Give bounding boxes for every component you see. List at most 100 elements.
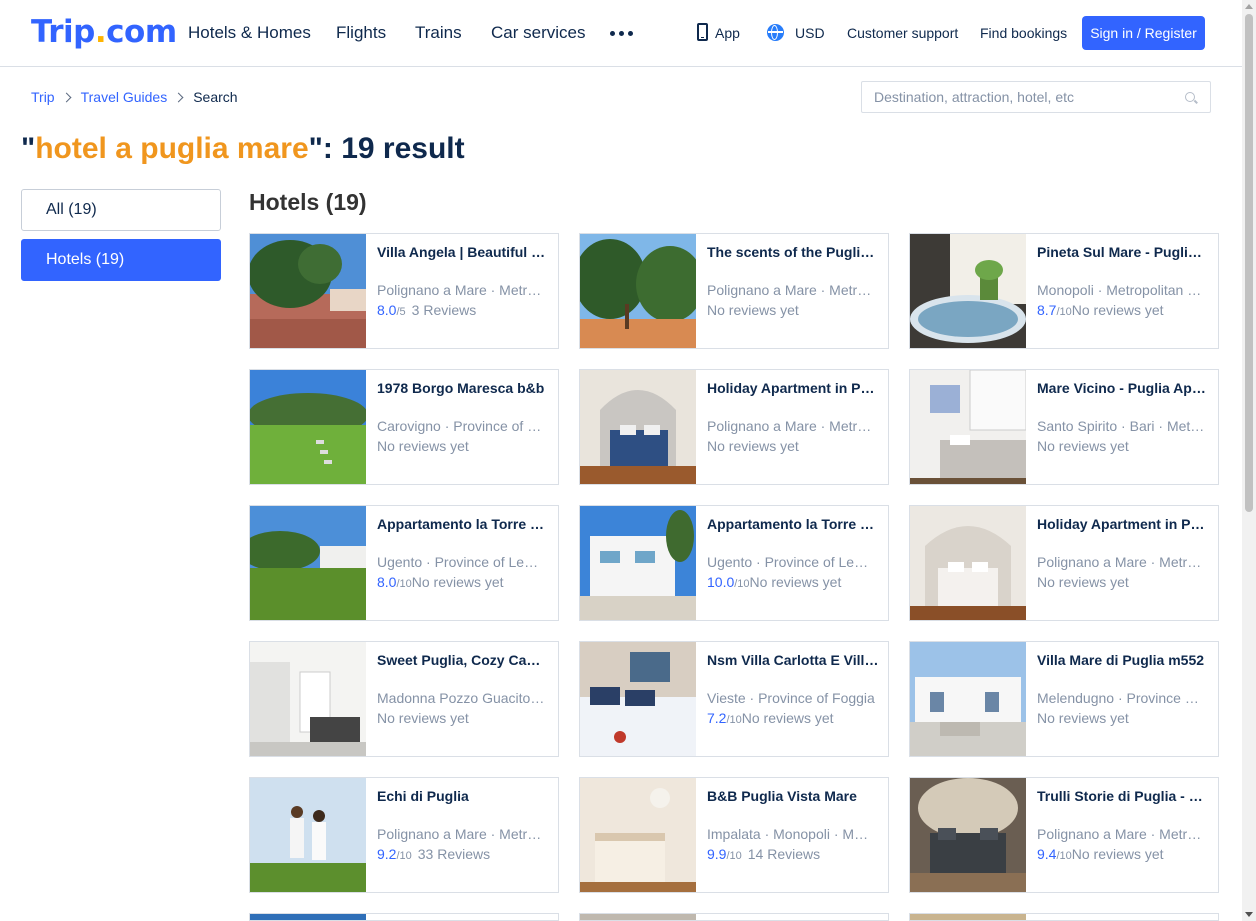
- chevron-right-icon: [61, 92, 72, 103]
- search-icon[interactable]: [1185, 92, 1195, 102]
- hotel-photo[interactable]: [580, 642, 696, 756]
- rating-score: 9.9: [707, 846, 727, 862]
- hotel-card[interactable]: Appartamento la Torre Salento Puglia Ugen…: [249, 505, 559, 621]
- hotel-name[interactable]: Nsm Villa Carlotta E Villa Mare: [707, 652, 879, 669]
- hotel-card[interactable]: Mare Vicino - Puglia Apartments Santo Spi…: [909, 369, 1219, 485]
- hotel-photo[interactable]: [910, 778, 1026, 892]
- hotel-photo[interactable]: [910, 506, 1026, 620]
- hotel-location: Ugento · Province of Lecce: [707, 554, 875, 570]
- scrollbar[interactable]: [1242, 0, 1256, 921]
- globe-icon[interactable]: [767, 24, 784, 41]
- trip-logo[interactable]: Trip.com: [31, 14, 177, 50]
- hotel-photo[interactable]: [580, 234, 704, 348]
- top-header: Trip.com Hotels & Homes Flights Trains C…: [0, 0, 1242, 67]
- hotel-name[interactable]: Appartamento la Torre Salento Puglia: [377, 516, 549, 533]
- hotel-card[interactable]: Pineta Sul Mare - Puglia Apartment Monopo…: [909, 233, 1219, 349]
- hotel-name[interactable]: Villa Angela | Beautiful Villa in Polign…: [377, 244, 549, 261]
- hotel-name[interactable]: Appartamento la Torre Salento: [707, 516, 879, 533]
- hotel-card[interactable]: [579, 913, 889, 921]
- hotel-name[interactable]: B&B Puglia Vista Mare: [707, 788, 879, 805]
- filter-hotels[interactable]: Hotels (19): [21, 239, 221, 281]
- hotel-card[interactable]: Echi di Puglia Polignano a Mare · Metropo…: [249, 777, 559, 893]
- hotel-name[interactable]: Holiday Apartment in Polignano: [1037, 516, 1209, 533]
- hotel-card[interactable]: [909, 913, 1219, 921]
- search-input[interactable]: [862, 82, 1172, 112]
- nav-flights[interactable]: Flights: [336, 22, 386, 44]
- nav-hotels-homes[interactable]: Hotels & Homes: [188, 22, 311, 44]
- hotel-card[interactable]: B&B Puglia Vista Mare Impalata · Monopoli…: [579, 777, 889, 893]
- review-count: No reviews yet: [1071, 846, 1164, 862]
- hotel-photo[interactable]: [580, 370, 696, 484]
- hotel-card[interactable]: Holiday Apartment in Polignano a Mare Pol…: [579, 369, 889, 485]
- rating-scale: /10: [734, 578, 750, 590]
- hotel-rating: 8.0/10No reviews yet: [377, 574, 504, 593]
- hotel-photo[interactable]: [580, 914, 696, 920]
- scroll-down-icon[interactable]: [1245, 912, 1253, 917]
- hotel-name[interactable]: Mare Vicino - Puglia Apartments: [1037, 380, 1209, 397]
- hotel-rating: 9.4/10No reviews yet: [1037, 846, 1164, 865]
- hotel-name[interactable]: Echi di Puglia: [377, 788, 549, 805]
- hotel-card[interactable]: Holiday Apartment in Polignano Polignano …: [909, 505, 1219, 621]
- hotel-rating: 7.2/10No reviews yet: [707, 710, 834, 729]
- hotel-photo[interactable]: [250, 778, 366, 892]
- nav-trains[interactable]: Trains: [415, 22, 462, 44]
- find-bookings-link[interactable]: Find bookings: [980, 24, 1067, 42]
- hotel-card[interactable]: The scents of the Puglia countryside Poli…: [579, 233, 889, 349]
- hotel-name[interactable]: Holiday Apartment in Polignano a Mare: [707, 380, 879, 397]
- hotel-rating: No reviews yet: [707, 302, 799, 319]
- hotel-card[interactable]: Villa Angela | Beautiful Villa in Polign…: [249, 233, 559, 349]
- hotel-card[interactable]: Appartamento la Torre Salento Ugento · Pr…: [579, 505, 889, 621]
- scrollbar-thumb[interactable]: [1245, 14, 1253, 512]
- hotel-photo[interactable]: [250, 370, 368, 484]
- hotel-card[interactable]: Villa Mare di Puglia m552 Melendugno · Pr…: [909, 641, 1219, 757]
- hotel-photo[interactable]: [910, 234, 1026, 348]
- hotel-name[interactable]: Trulli Storie di Puglia - Trullo: [1037, 788, 1209, 805]
- hotel-photo[interactable]: [910, 914, 1026, 920]
- hotel-photo[interactable]: [250, 506, 366, 620]
- hotel-photo[interactable]: [580, 506, 696, 620]
- hotel-name[interactable]: The scents of the Puglia countryside: [707, 244, 879, 261]
- customer-support-link[interactable]: Customer support: [847, 24, 958, 42]
- review-count: No reviews yet: [749, 574, 842, 590]
- hotel-photo[interactable]: [250, 234, 366, 348]
- hotel-card[interactable]: Sweet Puglia, Cozy Campagna Madonna Pozzo…: [249, 641, 559, 757]
- phone-icon[interactable]: [697, 23, 708, 41]
- hotel-card[interactable]: Nsm Villa Carlotta E Villa Mare Vieste · …: [579, 641, 889, 757]
- review-count: No reviews yet: [707, 302, 799, 318]
- app-link[interactable]: App: [715, 24, 740, 42]
- search-box[interactable]: [861, 81, 1211, 113]
- hotel-photo[interactable]: [250, 914, 366, 920]
- hotel-photo[interactable]: [580, 778, 696, 892]
- hotel-location: Polignano a Mare · Metropolitan City of …: [1037, 554, 1205, 570]
- more-icon[interactable]: [610, 23, 633, 36]
- hotel-name[interactable]: 1978 Borgo Maresca b&b: [377, 380, 549, 397]
- hotel-card[interactable]: Trulli Storie di Puglia - Trullo Polignan…: [909, 777, 1219, 893]
- hotel-photo[interactable]: [910, 642, 1026, 756]
- hotel-rating: No reviews yet: [1037, 574, 1129, 591]
- rating-scale: /10: [396, 850, 412, 862]
- sign-in-register-button[interactable]: Sign in / Register: [1082, 16, 1205, 50]
- rating-scale: /10: [1056, 306, 1072, 318]
- scroll-up-icon[interactable]: [1245, 4, 1253, 9]
- hotel-rating: 8.7/10No reviews yet: [1037, 302, 1164, 321]
- hotel-photo[interactable]: [250, 642, 366, 756]
- review-count: No reviews yet: [1037, 438, 1129, 454]
- hotel-card[interactable]: [249, 913, 559, 921]
- hotel-name[interactable]: Villa Mare di Puglia m552: [1037, 652, 1209, 669]
- hotel-rating: No reviews yet: [377, 438, 469, 455]
- rating-scale: /10: [726, 714, 742, 726]
- hotel-name[interactable]: Pineta Sul Mare - Puglia Apartment: [1037, 244, 1209, 261]
- hotel-photo[interactable]: [910, 370, 1027, 484]
- breadcrumb-trip[interactable]: Trip: [31, 89, 55, 106]
- hotel-card[interactable]: 1978 Borgo Maresca b&b Carovigno · Provin…: [249, 369, 559, 485]
- review-count: No reviews yet: [1071, 302, 1164, 318]
- nav-car-services[interactable]: Car services: [491, 22, 585, 44]
- rating-scale: /10: [1056, 850, 1072, 862]
- hotel-location: Polignano a Mare · Metropolitan City of …: [1037, 826, 1205, 842]
- filter-all[interactable]: All (19): [21, 189, 221, 231]
- rating-scale: /10: [726, 850, 742, 862]
- breadcrumb-travel-guides[interactable]: Travel Guides: [81, 89, 168, 106]
- breadcrumb-search: Search: [193, 89, 238, 105]
- hotel-name[interactable]: Sweet Puglia, Cozy Campagna: [377, 652, 549, 669]
- currency-selector[interactable]: USD: [795, 24, 825, 42]
